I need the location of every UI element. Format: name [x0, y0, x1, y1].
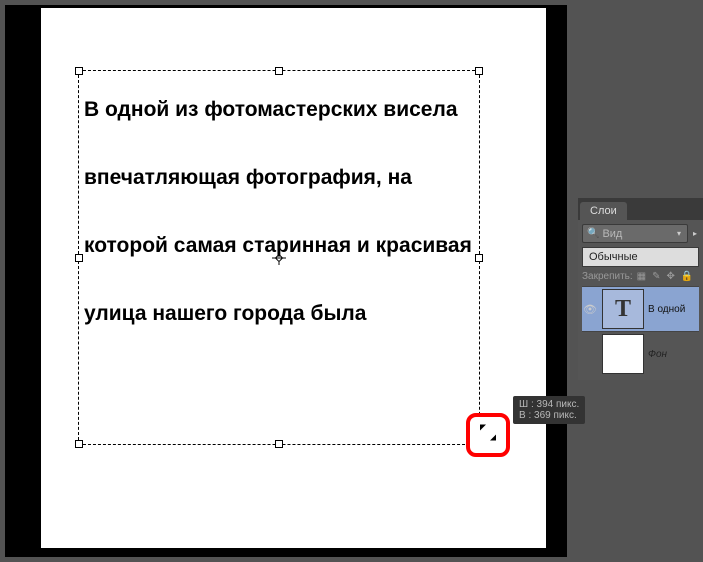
resize-cursor-highlight — [466, 413, 510, 457]
lock-all-icon[interactable]: 🔒 — [681, 271, 693, 282]
layer-thumbnail — [602, 334, 644, 374]
resize-diagonal-cursor-icon — [478, 423, 498, 448]
handle-ml[interactable] — [75, 254, 83, 262]
layer-row[interactable]: Фон — [582, 331, 699, 376]
layer-name[interactable]: Фон — [648, 349, 667, 360]
text-bounding-box[interactable]: В одной из фотомастерских висела впечатл… — [78, 70, 480, 445]
workspace: В одной из фотомастерских висела впечатл… — [5, 5, 567, 557]
visibility-toggle[interactable]: 👁 — [582, 303, 598, 316]
tooltip-height-label: В : — [519, 410, 531, 421]
lock-move-icon[interactable]: ✥ — [667, 271, 675, 282]
tooltip-height-value: 369 пикс. — [534, 410, 577, 421]
layer-row[interactable]: 👁 T В одной — [582, 286, 699, 331]
document-canvas[interactable]: В одной из фотомастерских висела впечатл… — [41, 8, 546, 548]
layer-thumbnail: T — [602, 289, 644, 329]
tooltip-width-value: 394 пикс. — [537, 399, 580, 410]
handle-tl[interactable] — [75, 67, 83, 75]
handle-tm[interactable] — [275, 67, 283, 75]
layers-panel: Слои 🔍 Вид ▾ ▸ Обычные Закрепить: ▦ ✎ ✥ … — [578, 198, 703, 380]
dimensions-tooltip: Ш : 394 пикс. В : 369 пикс. — [513, 396, 585, 424]
chevron-down-icon: ▾ — [675, 227, 683, 240]
tab-layers[interactable]: Слои — [580, 202, 627, 220]
panel-tab-strip: Слои — [578, 198, 703, 220]
text-content[interactable]: В одной из фотомастерских висела впечатл… — [84, 76, 474, 348]
blend-mode-dropdown[interactable]: Обычные — [582, 247, 699, 267]
lock-row: Закрепить: ▦ ✎ ✥ 🔒 — [582, 271, 699, 282]
layer-name[interactable]: В одной — [648, 304, 685, 315]
handle-mr[interactable] — [475, 254, 483, 262]
lock-brush-icon[interactable]: ✎ — [652, 271, 660, 282]
handle-bm[interactable] — [275, 440, 283, 448]
search-icon: 🔍 — [587, 228, 599, 239]
lock-label: Закрепить: — [582, 271, 633, 282]
panel-right-arrow-icon[interactable]: ▸ — [691, 227, 699, 240]
layer-filter-dropdown[interactable]: 🔍 Вид ▾ — [582, 224, 688, 243]
lock-pixels-icon[interactable]: ▦ — [637, 271, 646, 282]
handle-tr[interactable] — [475, 67, 483, 75]
layer-filter-label: Вид — [602, 228, 622, 240]
handle-bl[interactable] — [75, 440, 83, 448]
tooltip-width-label: Ш : — [519, 399, 534, 410]
